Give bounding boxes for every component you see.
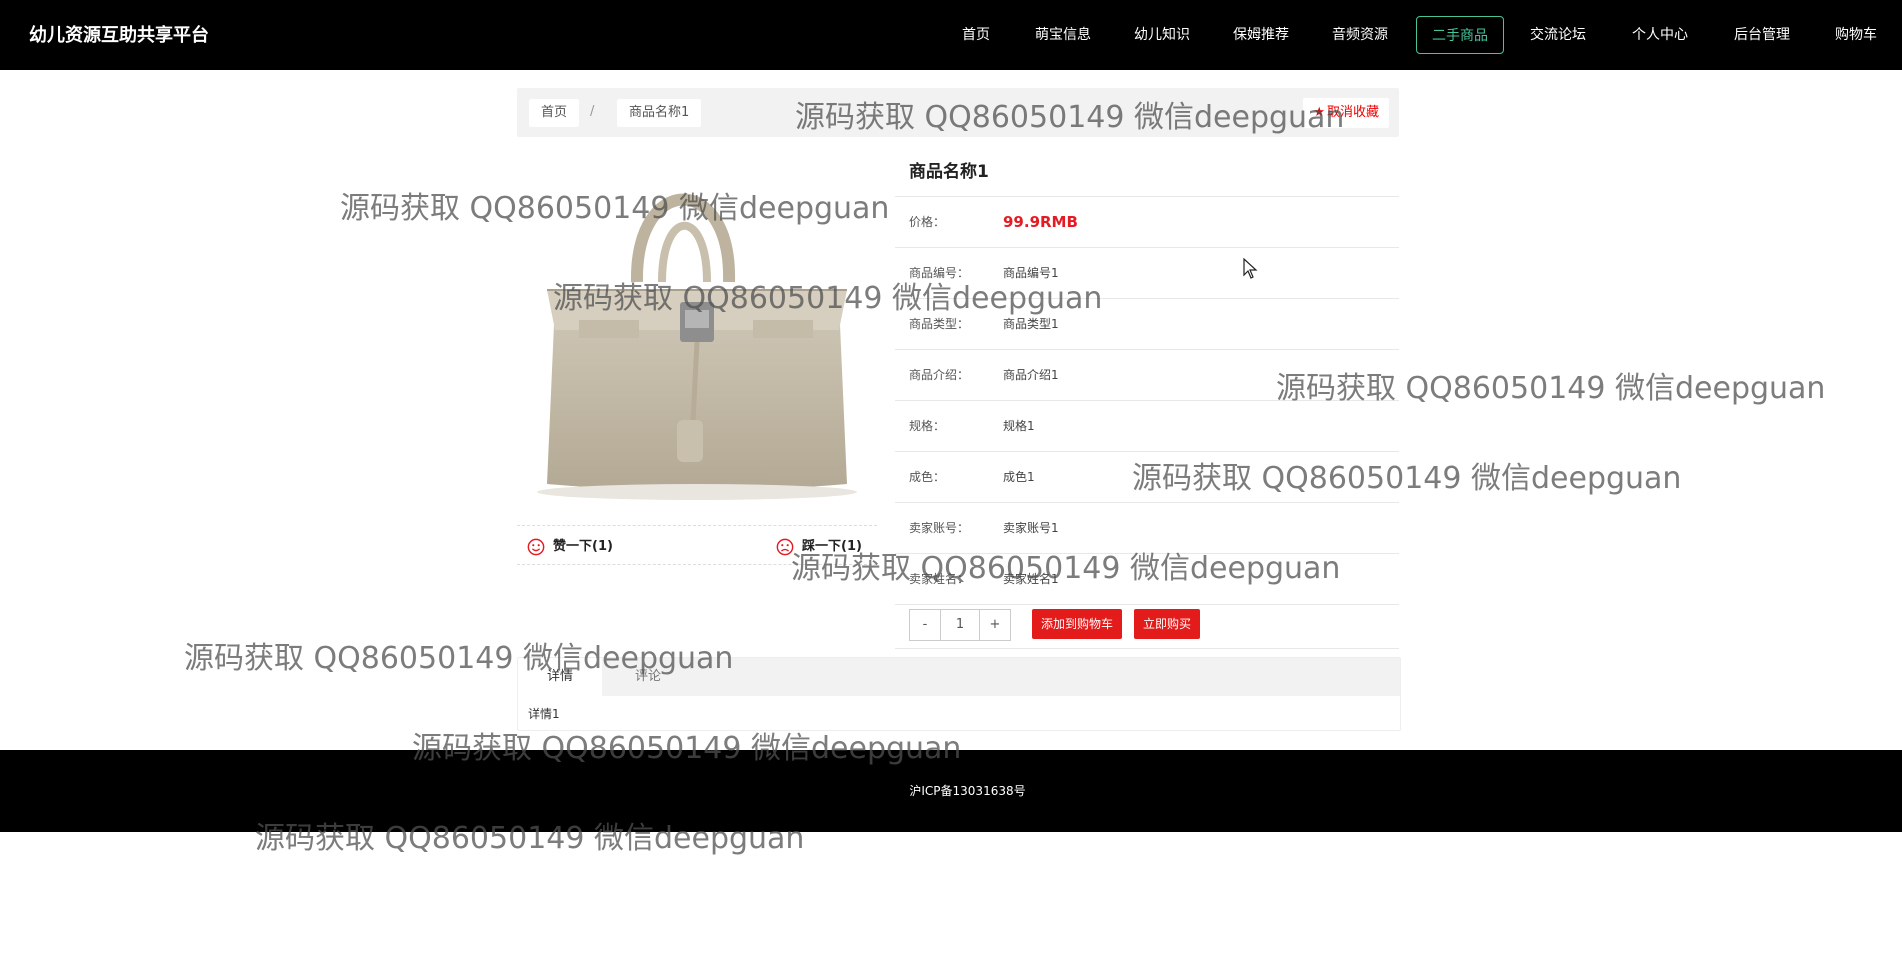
- buy-now-button[interactable]: 立即购买: [1134, 609, 1201, 639]
- field-seller-name: 卖家姓名： 卖家姓名1: [895, 554, 1399, 605]
- nav-admin[interactable]: 后台管理: [1734, 24, 1790, 44]
- like-button[interactable]: 赞一下(1): [527, 535, 613, 556]
- frown-icon: [776, 538, 794, 555]
- like-label: 赞一下(1): [553, 539, 613, 554]
- icp-record: 沪ICP备13031638号: [909, 784, 1026, 798]
- field-label: 价格：: [909, 215, 946, 229]
- tab-header: 详情 评论: [518, 658, 1400, 696]
- field-value: 商品编号1: [1003, 266, 1059, 280]
- nav-cart[interactable]: 购物车: [1835, 24, 1877, 44]
- field-seller-account: 卖家账号： 卖家账号1: [895, 503, 1399, 554]
- field-label: 规格：: [909, 419, 946, 433]
- add-to-cart-button[interactable]: 添加到购物车: [1032, 609, 1123, 639]
- purchase-row: - 1 + 添加到购物车 立即购买: [895, 600, 1399, 649]
- dislike-label: 踩一下(1): [802, 539, 862, 554]
- footer: 沪ICP备13031638号: [0, 750, 1902, 832]
- field-value: 卖家账号1: [1003, 521, 1059, 535]
- field-label: 卖家姓名：: [909, 572, 970, 586]
- field-condition: 成色： 成色1: [895, 452, 1399, 503]
- star-icon: ★: [1313, 105, 1325, 120]
- quantity-input[interactable]: 1: [940, 610, 980, 640]
- field-value: 成色1: [1003, 470, 1035, 484]
- vote-row: 赞一下(1) 踩一下(1): [517, 525, 877, 565]
- field-value: 规格1: [1003, 419, 1035, 433]
- nav-forum[interactable]: 交流论坛: [1530, 24, 1586, 44]
- field-value: 商品类型1: [1003, 317, 1059, 331]
- field-label: 卖家账号：: [909, 521, 970, 535]
- nav-second-hand[interactable]: 二手商品: [1416, 16, 1504, 54]
- nav-personal-center[interactable]: 个人中心: [1632, 24, 1688, 44]
- handbag-illustration: [537, 193, 857, 500]
- breadcrumb-home[interactable]: 首页: [529, 99, 580, 127]
- product-info: 商品名称1 价格： 99.9RMB 商品编号： 商品编号1 商品类型： 商品类型…: [895, 152, 1399, 605]
- tab-content: 详情1: [528, 707, 560, 721]
- field-product-intro: 商品介绍： 商品介绍1: [895, 350, 1399, 401]
- nav-child-knowledge[interactable]: 幼儿知识: [1134, 24, 1190, 44]
- field-label: 商品介绍：: [909, 368, 970, 382]
- breadcrumb-separator: /: [590, 104, 595, 119]
- tab-details[interactable]: 详情: [518, 658, 602, 696]
- nav-baby-info[interactable]: 萌宝信息: [1035, 24, 1091, 44]
- nav-nanny-recommend[interactable]: 保姆推荐: [1233, 24, 1289, 44]
- nav-audio-resources[interactable]: 音频资源: [1332, 24, 1388, 44]
- decrement-button[interactable]: -: [910, 610, 940, 640]
- field-spec: 规格： 规格1: [895, 401, 1399, 452]
- field-label: 成色：: [909, 470, 946, 484]
- field-label: 商品编号：: [909, 266, 970, 280]
- breadcrumb-current[interactable]: 商品名称1: [617, 99, 702, 127]
- field-price: 价格： 99.9RMB: [895, 197, 1399, 248]
- site-brand[interactable]: 幼儿资源互助共享平台: [29, 21, 209, 47]
- product-image: [517, 152, 877, 504]
- field-product-type: 商品类型： 商品类型1: [895, 299, 1399, 350]
- field-value: 商品介绍1: [1003, 368, 1059, 382]
- price-value: 99.9RMB: [1003, 213, 1078, 231]
- top-navbar: 幼儿资源互助共享平台 首页 萌宝信息 幼儿知识 保姆推荐 音频资源 二手商品 交…: [0, 0, 1902, 70]
- unfavorite-label: 取消收藏: [1326, 105, 1379, 120]
- field-product-number: 商品编号： 商品编号1: [895, 248, 1399, 299]
- field-label: 商品类型：: [909, 317, 970, 331]
- breadcrumb: 首页 / 商品名称1 ★ 取消收藏: [517, 88, 1399, 137]
- smile-icon: [527, 538, 545, 555]
- tab-comments[interactable]: 评论: [618, 658, 678, 696]
- detail-tabs: 详情 评论 详情1: [517, 657, 1401, 731]
- field-value: 卖家姓名1: [1003, 572, 1059, 586]
- dislike-button[interactable]: 踩一下(1): [776, 535, 862, 556]
- nav-home[interactable]: 首页: [962, 24, 990, 44]
- increment-button[interactable]: +: [980, 610, 1010, 640]
- unfavorite-button[interactable]: ★ 取消收藏: [1303, 98, 1389, 128]
- product-title: 商品名称1: [895, 152, 1399, 197]
- mouse-cursor-icon: [1243, 258, 1258, 279]
- quantity-stepper: - 1 +: [909, 609, 1011, 641]
